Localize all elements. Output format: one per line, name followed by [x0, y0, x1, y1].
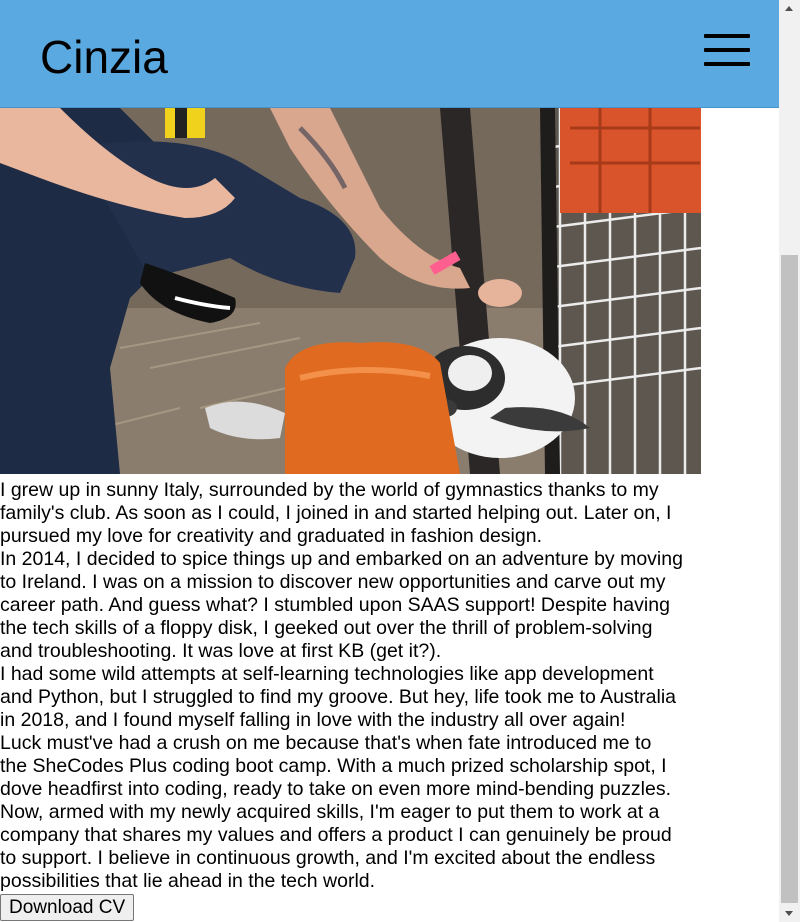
- vertical-scrollbar[interactable]: [779, 0, 800, 922]
- menu-bar-top: [704, 34, 750, 38]
- bio-line: to support. I believe in continuous grow…: [0, 847, 656, 869]
- bio-line: and Python, but I struggled to find my g…: [0, 686, 677, 708]
- bio-line: the SheCodes Plus coding boot camp. With…: [0, 755, 667, 777]
- bio-line: possibilities that lie ahead in the tech…: [0, 870, 376, 892]
- bio-line: career path. And guess what? I stumbled …: [0, 594, 670, 616]
- scroll-up-arrow-icon[interactable]: [779, 0, 800, 17]
- bio-text: I grew up in sunny Italy, surrounded by …: [0, 479, 705, 893]
- download-cv-button[interactable]: Download CV: [0, 894, 135, 921]
- hamburger-menu-icon[interactable]: [700, 34, 752, 70]
- bio-line: I had some wild attempts at self-learnin…: [0, 663, 654, 685]
- bio-line: Luck must've had a crush on me because t…: [0, 732, 652, 754]
- bio-line: family's club. As soon as I could, I joi…: [0, 502, 672, 524]
- bio-line: dove headfirst into coding, ready to tak…: [0, 778, 671, 800]
- menu-bar-bottom: [704, 62, 750, 66]
- page-viewport: Cinzia I grew up in sunny Italy, surroun…: [0, 0, 779, 922]
- bio-line: and troubleshooting. It was love at firs…: [0, 640, 442, 662]
- scroll-down-arrow-icon[interactable]: [779, 905, 800, 922]
- menu-bar-middle: [704, 48, 750, 52]
- bio-line: pursued my love for creativity and gradu…: [0, 525, 542, 547]
- site-title[interactable]: Cinzia: [40, 30, 168, 84]
- bio-line: in 2018, and I found myself falling in l…: [0, 709, 626, 731]
- bio-line: the tech skills of a floppy disk, I geek…: [0, 617, 653, 639]
- bio-line: In 2014, I decided to spice things up an…: [0, 548, 683, 570]
- bio-line: company that shares my values and offers…: [0, 824, 672, 846]
- rabbit-photo-illustration: [0, 108, 701, 474]
- bio-line: to Ireland. I was on a mission to discov…: [0, 571, 666, 593]
- site-header: Cinzia: [0, 0, 779, 108]
- bio-line: I grew up in sunny Italy, surrounded by …: [0, 479, 659, 501]
- scrollbar-thumb[interactable]: [781, 255, 798, 903]
- bio-line: Now, armed with my newly acquired skills…: [0, 801, 660, 823]
- profile-photo: [0, 108, 701, 474]
